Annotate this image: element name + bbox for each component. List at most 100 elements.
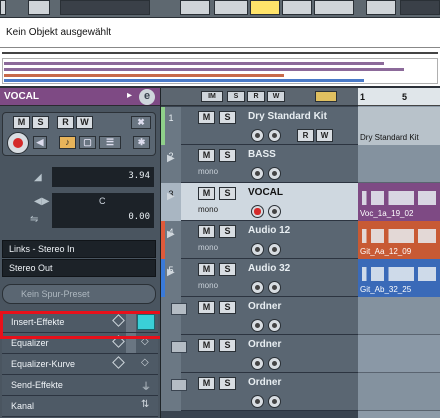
track-row[interactable]: 5 ▶ M S Audio 32 mono: [161, 259, 359, 297]
arrange-lane[interactable]: [358, 297, 440, 335]
record-enable-button[interactable]: [251, 281, 264, 294]
section-send-effects[interactable]: Send-Effekte ⏚: [2, 375, 158, 396]
record-enable-button[interactable]: [251, 167, 264, 180]
header-button[interactable]: R: [247, 91, 265, 102]
eq-curve-icon[interactable]: ◇: [141, 357, 157, 371]
track-row[interactable]: M S Ordner: [161, 297, 359, 335]
solo-button[interactable]: S: [219, 301, 236, 314]
tool-range-button[interactable]: [180, 0, 210, 15]
record-enable-button[interactable]: [251, 243, 264, 256]
track-row[interactable]: M S Ordner: [161, 373, 359, 411]
tool-record-button[interactable]: [314, 0, 354, 15]
mute-button[interactable]: M: [198, 149, 215, 162]
mute-button[interactable]: M: [198, 339, 215, 352]
monitor-button[interactable]: [268, 281, 281, 294]
tool-zoom-button[interactable]: [282, 0, 312, 15]
folder-icon[interactable]: [171, 303, 187, 315]
arrange-lane[interactable]: Voc_1a_19_02: [358, 183, 440, 221]
freeze-button[interactable]: ✖: [131, 116, 151, 129]
read-button[interactable]: R: [57, 116, 74, 129]
edit-channel-button[interactable]: e: [139, 89, 155, 105]
mute-button[interactable]: M: [198, 263, 215, 276]
arrange-lane[interactable]: Git_Aa_12_09: [358, 221, 440, 259]
record-enable-button[interactable]: [7, 132, 29, 154]
input-routing-select[interactable]: Links - Stereo In: [2, 240, 156, 258]
section-channel[interactable]: Kanal ⇅: [2, 396, 158, 417]
inspector-header[interactable]: VOCAL ▸ e: [0, 88, 160, 106]
solo-button[interactable]: S: [219, 339, 236, 352]
arrange-lane[interactable]: [358, 373, 440, 411]
track-colors-button[interactable]: [315, 91, 337, 102]
monitor-button[interactable]: [268, 129, 281, 142]
record-enable-button[interactable]: [251, 357, 264, 370]
track-preset-selector[interactable]: Kein Spur-Preset: [2, 284, 156, 304]
write-button[interactable]: W: [316, 129, 333, 142]
quantize-menu[interactable]: [400, 0, 440, 15]
audio-event[interactable]: Git_Ab_32_25: [358, 259, 440, 297]
audio-event[interactable]: Voc_1a_19_02: [358, 183, 440, 221]
monitor-button[interactable]: [268, 319, 281, 332]
mute-button[interactable]: M: [198, 225, 215, 238]
record-enable-button[interactable]: [251, 395, 264, 408]
expand-triangle-icon[interactable]: ▶: [167, 229, 175, 240]
header-button[interactable]: IM: [201, 91, 223, 102]
arrange-lane[interactable]: [358, 335, 440, 373]
monitor-button[interactable]: [268, 243, 281, 256]
delay-field[interactable]: 0.00: [52, 208, 154, 228]
output-routing-select[interactable]: Stereo Out: [2, 259, 156, 277]
expand-triangle-icon[interactable]: ▶: [167, 153, 175, 164]
folder-icon[interactable]: [171, 379, 187, 391]
mute-button[interactable]: M: [198, 377, 215, 390]
track-row[interactable]: 3 ▶ M S VOCAL mono: [161, 183, 359, 221]
settings-gear-icon[interactable]: ✱: [133, 136, 150, 149]
lock-icon[interactable]: ▢: [79, 136, 96, 149]
tool-glue-button[interactable]: [250, 0, 280, 15]
sends-icon[interactable]: ⏚: [141, 378, 157, 393]
header-button[interactable]: W: [267, 91, 285, 102]
record-enable-button[interactable]: [251, 319, 264, 332]
track-row[interactable]: 4 ▶ M S Audio 12 mono: [161, 221, 359, 259]
solo-button[interactable]: S: [32, 116, 49, 129]
lanes-icon[interactable]: ☰: [99, 136, 121, 149]
audio-event[interactable]: Git_Aa_12_09: [358, 221, 440, 259]
arrange-lane[interactable]: Git_Ab_32_25: [358, 259, 440, 297]
section-equalizer-curve[interactable]: Equalizer-Kurve ◇: [2, 354, 158, 375]
track-row[interactable]: 2 ▶ M S BASS mono: [161, 145, 359, 183]
monitor-button[interactable]: ◀: [33, 136, 47, 149]
arrange-lane[interactable]: [358, 145, 440, 183]
solo-button[interactable]: S: [219, 111, 236, 124]
toolbar-button-1[interactable]: [28, 0, 50, 15]
music-note-icon[interactable]: ♪: [59, 136, 76, 149]
mute-button[interactable]: M: [13, 116, 30, 129]
timeline-ruler[interactable]: 1 5: [358, 88, 440, 106]
monitor-button[interactable]: [268, 395, 281, 408]
arrange-window[interactable]: 1 5 Dry Standard Kit Voc_1a_19_02 Git_Aa_1…: [358, 88, 440, 418]
snap-button[interactable]: [366, 0, 396, 15]
track-row[interactable]: M S Ordner: [161, 335, 359, 373]
expand-arrow-icon[interactable]: ▸: [127, 90, 132, 101]
tool-draw-button[interactable]: [214, 0, 248, 15]
monitor-button[interactable]: [268, 167, 281, 180]
expand-triangle-icon[interactable]: ▶: [167, 267, 175, 278]
channel-icon[interactable]: ⇅: [141, 399, 157, 413]
solo-button[interactable]: S: [219, 149, 236, 162]
arrange-lane[interactable]: Dry Standard Kit: [358, 107, 440, 145]
read-button[interactable]: R: [297, 129, 314, 142]
folder-icon[interactable]: [171, 341, 187, 353]
insert-effects-bypass-button[interactable]: [137, 314, 155, 330]
mute-button[interactable]: M: [198, 187, 215, 200]
record-enable-button[interactable]: [251, 129, 264, 142]
mute-button[interactable]: M: [198, 301, 215, 314]
mute-button[interactable]: M: [198, 111, 215, 124]
project-overview[interactable]: [0, 48, 440, 88]
record-enable-button[interactable]: [251, 205, 264, 218]
tool-group[interactable]: [60, 0, 150, 15]
monitor-button[interactable]: [268, 357, 281, 370]
audio-event[interactable]: Dry Standard Kit: [358, 107, 440, 145]
volume-field[interactable]: 3.94: [52, 167, 154, 187]
solo-button[interactable]: S: [219, 263, 236, 276]
solo-button[interactable]: S: [219, 187, 236, 200]
solo-button[interactable]: S: [219, 225, 236, 238]
solo-button[interactable]: S: [219, 377, 236, 390]
header-button[interactable]: S: [227, 91, 245, 102]
